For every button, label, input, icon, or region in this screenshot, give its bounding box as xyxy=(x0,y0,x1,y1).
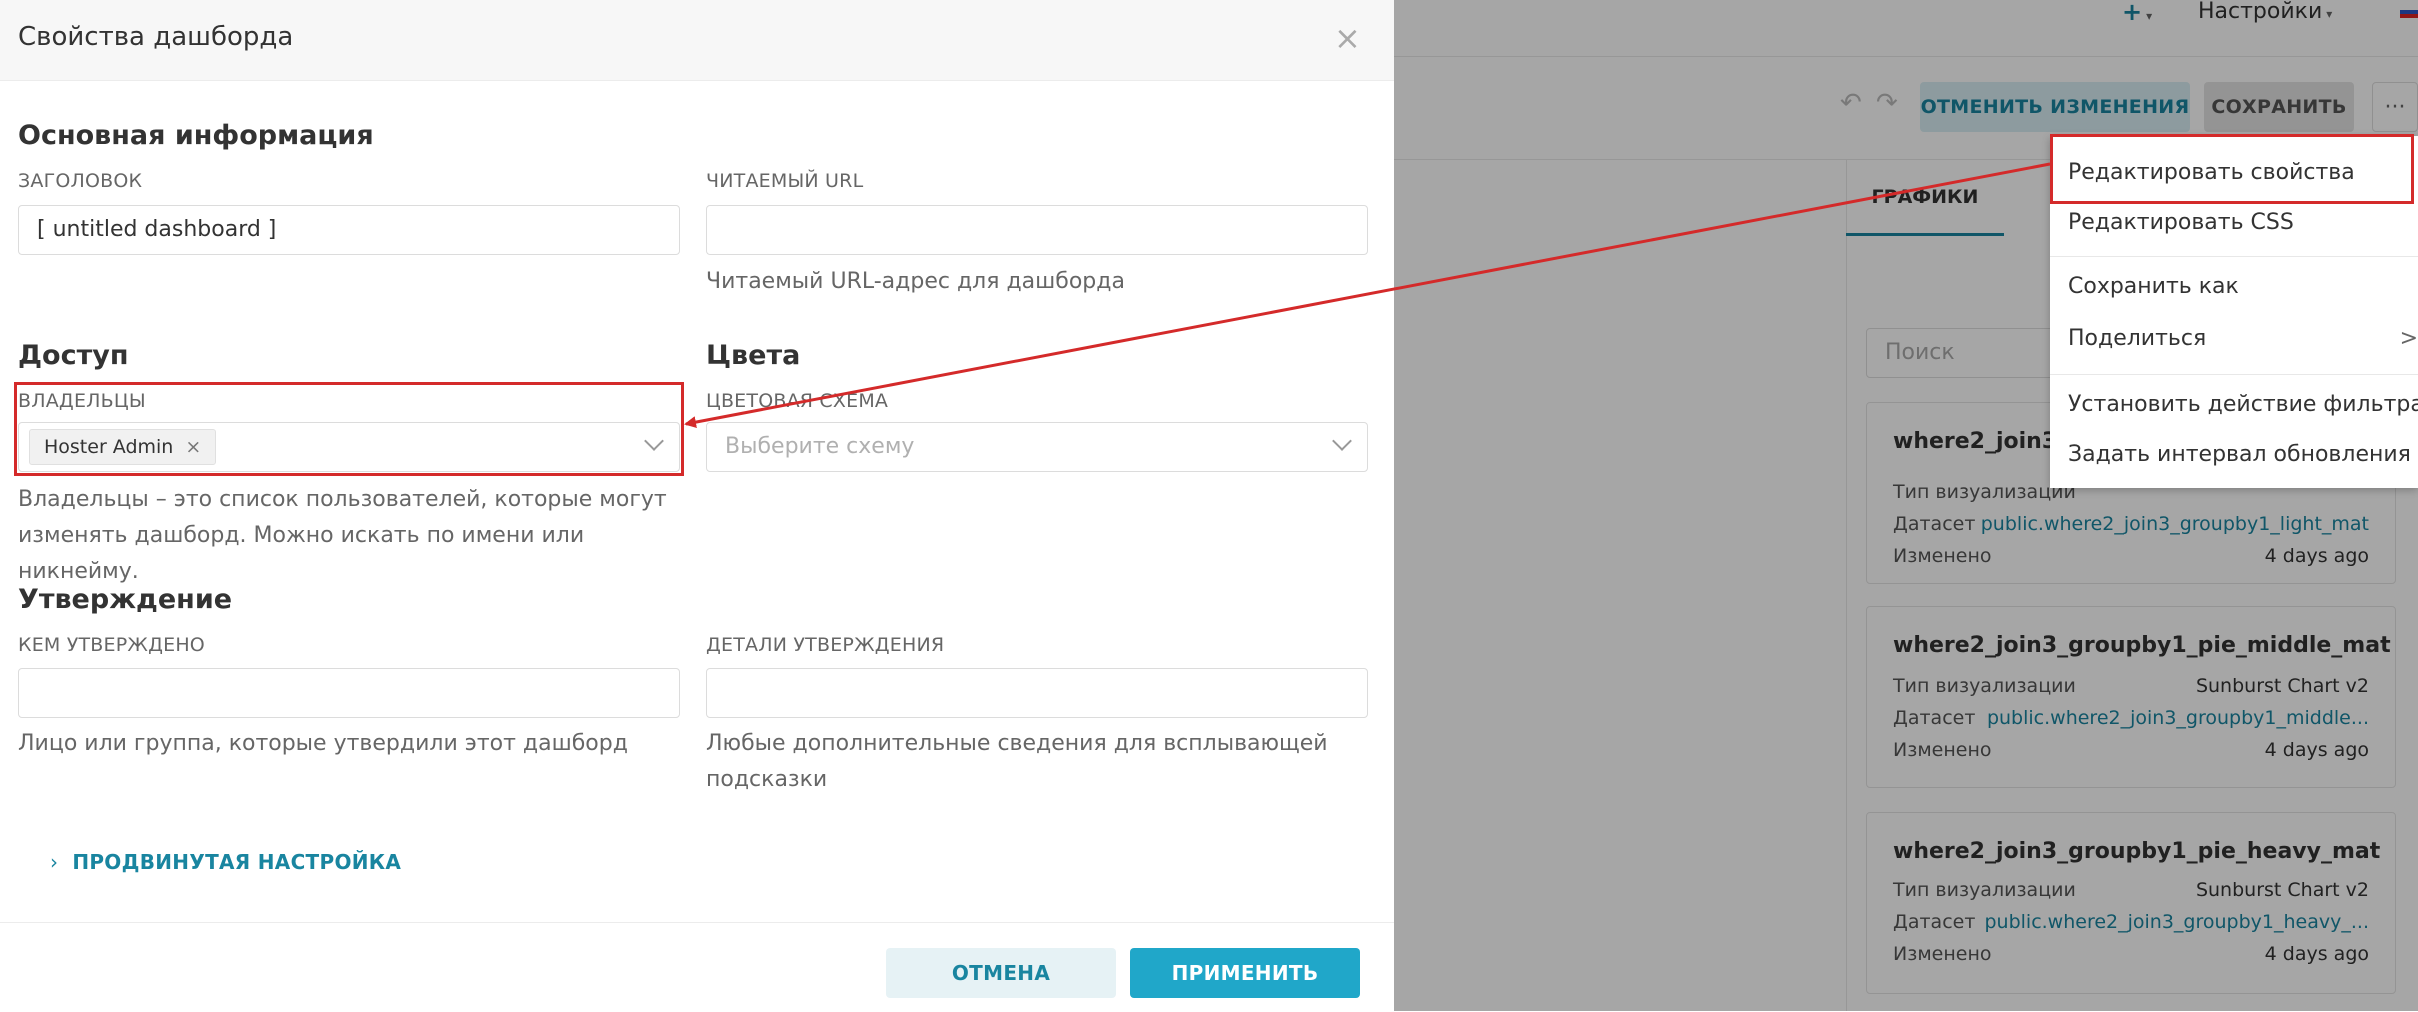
menu-item-share[interactable]: Поделиться > xyxy=(2068,326,2418,351)
menu-item-set-filter-action[interactable]: Установить действие фильтра xyxy=(2068,392,2418,417)
title-input[interactable]: [ untitled dashboard ] xyxy=(18,205,680,255)
chevron-right-icon: > xyxy=(2399,326,2418,351)
approval-details-helper-text: Любые дополнительные сведения для всплыв… xyxy=(706,731,1328,792)
color-scheme-label: ЦВЕТОВАЯ СХЕМА xyxy=(706,390,889,412)
advanced-settings-toggle[interactable]: › ПРОДВИНУТАЯ НАСТРОЙКА xyxy=(50,850,401,874)
owners-highlight-box xyxy=(14,382,684,476)
menu-item-save-as[interactable]: Сохранить как xyxy=(2068,274,2239,299)
cancel-button[interactable]: ОТМЕНА xyxy=(886,948,1116,998)
owners-helper-text: Владельцы – это список пользователей, ко… xyxy=(18,487,667,584)
approved-by-label: КЕМ УТВЕРЖДЕНО xyxy=(18,634,205,656)
url-helper-text: Читаемый URL-адрес для дашборда xyxy=(706,269,1125,294)
title-label: ЗАГОЛОВОК xyxy=(18,170,143,192)
approved-by-input[interactable] xyxy=(18,668,680,718)
url-input[interactable] xyxy=(706,205,1368,255)
dashboard-properties-modal: Свойства дашборда × Основная информация … xyxy=(0,0,1394,1012)
chevron-right-icon: › xyxy=(50,850,59,874)
approval-details-label: ДЕТАЛИ УТВЕРЖДЕНИЯ xyxy=(706,634,945,656)
advanced-settings-label: ПРОДВИНУТАЯ НАСТРОЙКА xyxy=(72,850,402,874)
edit-properties-highlight-box xyxy=(2050,134,2414,204)
menu-divider xyxy=(2050,374,2418,375)
section-basic-heading: Основная информация xyxy=(18,120,374,151)
section-colors-heading: Цвета xyxy=(706,340,801,371)
chevron-down-icon xyxy=(1332,431,1352,451)
modal-header: Свойства дашборда × xyxy=(0,0,1394,81)
approved-by-helper-text: Лицо или группа, которые утвердили этот … xyxy=(18,731,628,756)
menu-item-share-label: Поделиться xyxy=(2068,326,2207,351)
menu-item-set-refresh-interval[interactable]: Задать интервал обновления xyxy=(2068,442,2411,467)
modal-title: Свойства дашборда xyxy=(18,22,294,52)
menu-item-edit-css[interactable]: Редактировать CSS xyxy=(2068,210,2294,235)
section-access-heading: Доступ xyxy=(18,340,129,371)
color-scheme-placeholder: Выберите схему xyxy=(725,434,915,459)
approval-details-input[interactable] xyxy=(706,668,1368,718)
menu-divider xyxy=(2050,256,2418,257)
close-icon[interactable]: × xyxy=(1334,22,1361,54)
color-scheme-select[interactable]: Выберите схему xyxy=(706,422,1368,472)
section-approval-heading: Утверждение xyxy=(18,584,233,615)
url-label: ЧИТАЕМЫЙ URL xyxy=(706,170,864,192)
apply-button[interactable]: ПРИМЕНИТЬ xyxy=(1130,948,1360,998)
